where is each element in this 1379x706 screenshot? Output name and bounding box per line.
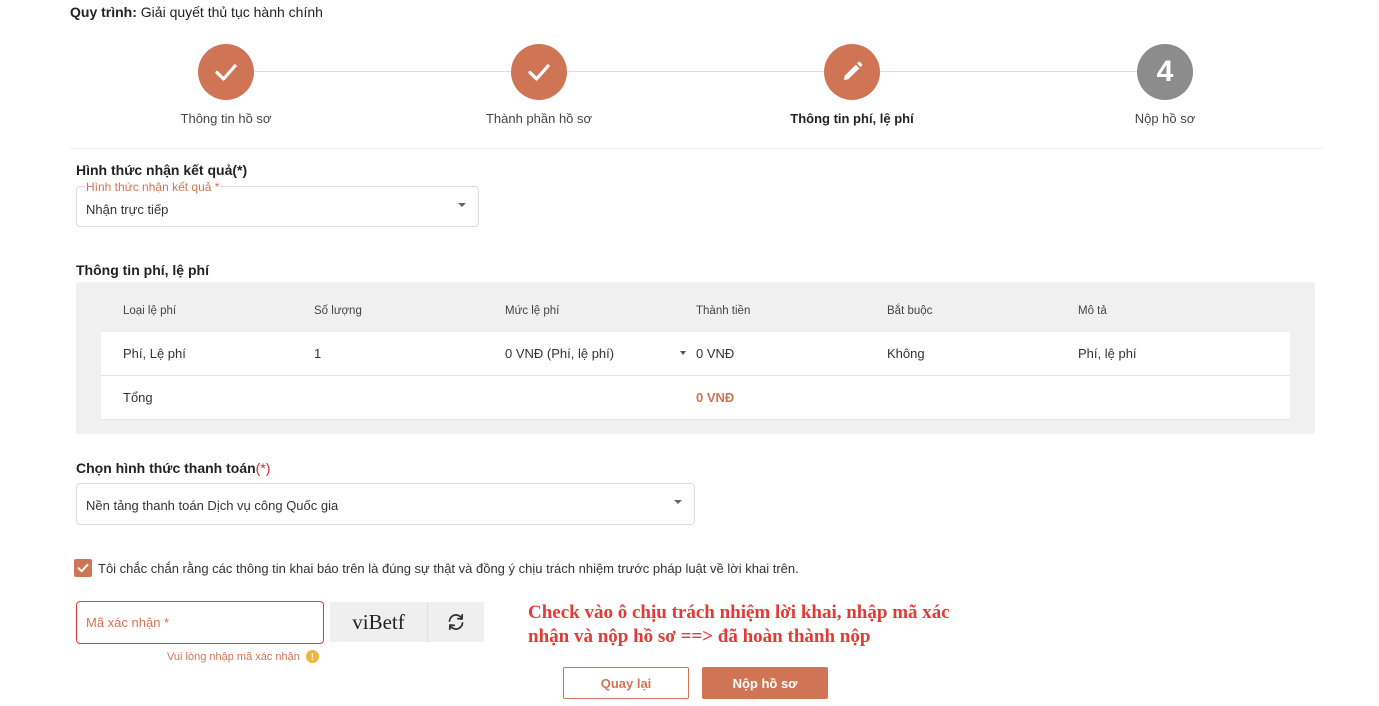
result-method-select[interactable]: Hình thức nhận kết quả * Nhận trực tiếp (76, 180, 479, 227)
result-method-value: Nhận trực tiếp (86, 202, 169, 217)
chevron-down-icon (674, 500, 682, 504)
captcha-refresh-button[interactable] (427, 602, 484, 642)
step-label: Thành phần hồ sơ (485, 111, 593, 126)
pencil-icon (844, 61, 863, 80)
step-thanh-phan-ho-so[interactable]: Thành phần hồ sơ (439, 44, 639, 126)
annotation-line: Check vào ô chịu trách nhiệm lời khai, n… (528, 602, 950, 623)
table-row: Phí, Lệ phí 1 0 VNĐ (Phí, lệ phí) 0 VNĐ … (101, 332, 1290, 376)
result-method-field-label: Hình thức nhận kết quả * (85, 180, 221, 194)
table-header-row: Loại lệ phí Số lượng Mức lệ phí Thành ti… (101, 290, 1290, 332)
process-name: Giải quyết thủ tục hành chính (140, 4, 323, 20)
step-label: Thông tin phí, lệ phí (790, 111, 914, 126)
fee-amount-cell: 0 VNĐ (696, 346, 735, 361)
consent-row: Tôi chắc chắn rằng các thông tin khai bá… (74, 559, 799, 577)
total-value: 0 VNĐ (696, 390, 735, 405)
table-header-cell: Mức lệ phí (505, 305, 560, 317)
submit-button[interactable]: Nộp hồ sơ (702, 667, 828, 699)
refresh-icon (448, 613, 464, 631)
chevron-down-icon (680, 351, 686, 355)
captcha-error-text: Vui lòng nhập mã xác nhận (167, 650, 300, 663)
required-mark: (*) (255, 460, 271, 476)
fee-required-cell: Không (887, 346, 925, 361)
instruction-annotation: Check vào ô chịu trách nhiệm lời khai, n… (528, 601, 1008, 649)
payment-method-value: Nền tảng thanh toán Dịch vụ công Quốc gi… (86, 498, 339, 513)
table-header-cell: Mô tả (1078, 305, 1107, 317)
warning-icon: ! (305, 650, 319, 663)
table-header-cell: Số lượng (314, 305, 362, 317)
fees-title: Thông tin phí, lệ phí (76, 262, 209, 278)
check-icon (77, 563, 89, 573)
fee-type-cell: Phí, Lệ phí (123, 346, 186, 361)
table-total-row: Tổng 0 VNĐ (101, 376, 1290, 420)
table-header-cell: Loại lệ phí (123, 305, 177, 317)
total-label: Tổng (123, 390, 153, 405)
step-done-circle (511, 44, 567, 100)
captcha-input[interactable]: Mã xác nhận * (76, 601, 324, 644)
back-button[interactable]: Quay lại (563, 667, 689, 699)
payment-title: Chọn hình thức thanh toán(*) (76, 460, 270, 476)
captcha-error: Vui lòng nhập mã xác nhận ! (167, 650, 319, 663)
step-number: 4 (1156, 55, 1174, 88)
step-label: Thông tin hồ sơ (180, 111, 272, 126)
chevron-down-icon (458, 203, 466, 207)
fee-level-select[interactable]: 0 VNĐ (Phí, lệ phí) (505, 332, 691, 375)
captcha-image: viBetf (330, 602, 427, 642)
consent-checkbox[interactable] (74, 559, 92, 577)
table-header-cell: Thành tiền (696, 305, 751, 317)
result-method-title: Hình thức nhận kết quả(*) (76, 162, 248, 178)
check-icon (528, 64, 550, 81)
step-thong-tin-phi[interactable]: Thông tin phí, lệ phí (752, 44, 952, 126)
step-nop-ho-so[interactable]: 4 Nộp hồ sơ (1065, 44, 1265, 126)
step-thong-tin-ho-so[interactable]: Thông tin hồ sơ (126, 44, 326, 126)
captcha-placeholder: Mã xác nhận * (86, 615, 170, 630)
payment-method-select[interactable]: Nền tảng thanh toán Dịch vụ công Quốc gi… (76, 483, 695, 525)
process-label: Quy trình: (70, 4, 137, 20)
process-title: Quy trình: Giải quyết thủ tục hành chính (70, 4, 323, 20)
annotation-line: nhận và nộp hồ sơ ==> đã hoàn thành nộp (528, 626, 871, 647)
step-active-circle (824, 44, 880, 100)
check-icon (215, 64, 237, 81)
fee-table: Loại lệ phí Số lượng Mức lệ phí Thành ti… (101, 290, 1290, 420)
step-pending-circle: 4 (1137, 44, 1193, 100)
payment-title-text: Chọn hình thức thanh toán (76, 460, 256, 476)
fee-level-value: 0 VNĐ (Phí, lệ phí) (505, 346, 615, 361)
fee-panel: Loại lệ phí Số lượng Mức lệ phí Thành ti… (76, 282, 1315, 434)
fee-quantity-cell: 1 (314, 346, 322, 361)
step-label: Nộp hồ sơ (1134, 111, 1196, 126)
stepper: Thông tin hồ sơ Thành phần hồ sơ Thông t… (70, 44, 1323, 149)
fee-description-cell: Phí, lệ phí (1078, 346, 1137, 361)
step-done-circle (198, 44, 254, 100)
table-header-cell: Bắt buộc (887, 305, 933, 317)
consent-text: Tôi chắc chắn rằng các thông tin khai bá… (98, 560, 799, 576)
